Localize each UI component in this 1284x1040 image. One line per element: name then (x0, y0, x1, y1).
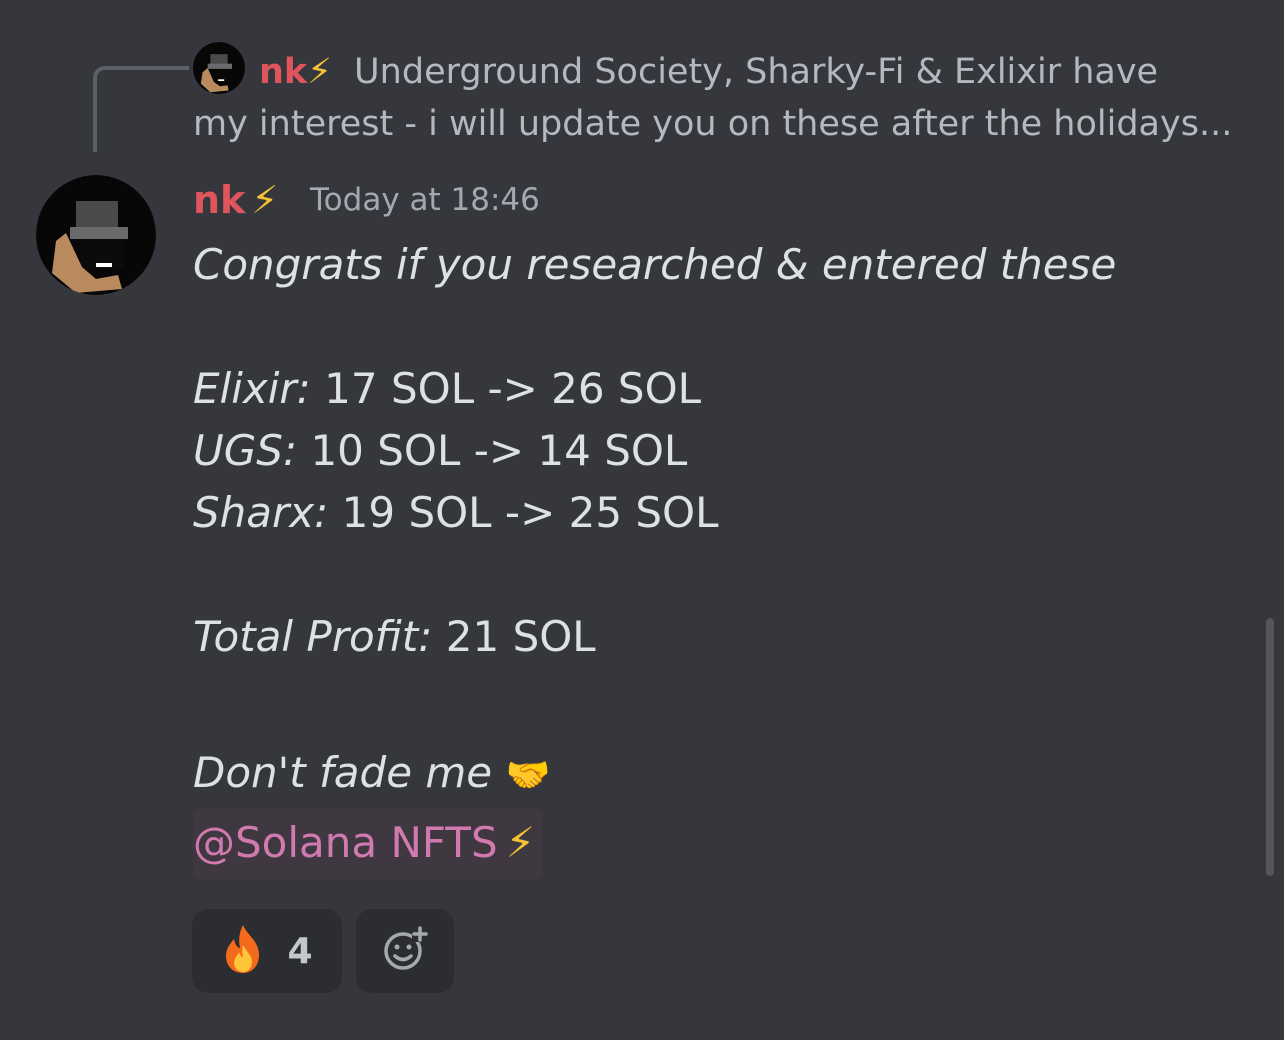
trade-line-ugs: UGS: 10 SOL -> 14 SOL (193, 420, 1233, 482)
trade-value: 10 SOL -> 14 SOL (297, 426, 688, 475)
intro-line: Congrats if you researched & entered the… (193, 240, 1117, 289)
chat-message: nk⚡ Underground Society, Sharky-Fi & Exl… (0, 0, 1284, 1040)
closing-line: Don't fade me 🤝 (193, 742, 1233, 804)
add-reaction-button[interactable] (356, 909, 454, 993)
reply-author[interactable]: nk (259, 52, 307, 92)
reaction-count: 4 (287, 930, 313, 972)
lightning-icon: ⚡ (505, 818, 536, 867)
closing-text: Don't fade me (193, 748, 493, 797)
scrollbar[interactable] (1266, 618, 1274, 876)
total-line: Total Profit: 21 SOL (193, 606, 1233, 668)
reply-connector (93, 66, 189, 152)
trade-value: 17 SOL -> 26 SOL (310, 364, 702, 413)
fire-emoji-icon (221, 923, 265, 979)
lightning-icon: ⚡ (307, 52, 332, 92)
message-header: nk ⚡ Today at 18:46 (193, 168, 540, 232)
message-content: Congrats if you researched & entered the… (193, 234, 1233, 884)
author-name[interactable]: nk (193, 178, 245, 222)
author-avatar[interactable] (36, 175, 156, 295)
reply-preview[interactable]: nk⚡ Underground Society, Sharky-Fi & Exl… (193, 46, 1253, 150)
mention-text: @Solana NFTS (193, 818, 498, 867)
reaction-fire[interactable]: 4 (192, 909, 342, 993)
total-label: Total Profit: (193, 612, 433, 661)
add-reaction-icon (382, 926, 428, 976)
role-mention[interactable]: @Solana NFTS ⚡ (193, 808, 544, 880)
trade-label: Elixir: (193, 364, 311, 413)
lightning-icon: ⚡ (251, 178, 279, 222)
handshake-emoji: 🤝 (505, 755, 551, 796)
trade-line-elixir: Elixir: 17 SOL -> 26 SOL (193, 358, 1233, 420)
trade-line-sharx: Sharx: 19 SOL -> 25 SOL (193, 482, 1233, 544)
reply-text-line1: Underground Society, Sharky-Fi & Exlixir… (354, 52, 1159, 92)
total-value: 21 SOL (432, 612, 596, 661)
reactions-bar: 4 (192, 909, 454, 993)
reply-text-line2: my interest - i will update you on these… (193, 104, 1233, 144)
timestamp[interactable]: Today at 18:46 (310, 182, 540, 218)
mention-row: @Solana NFTS ⚡ (193, 808, 1233, 884)
trade-label: Sharx: (193, 488, 329, 537)
trade-value: 19 SOL -> 25 SOL (328, 488, 719, 537)
trade-label: UGS: (193, 426, 298, 475)
